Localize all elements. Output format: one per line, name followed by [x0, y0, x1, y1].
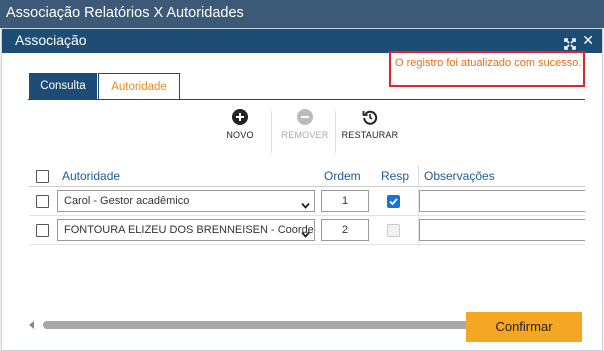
ordem-input[interactable]: 1 [321, 190, 369, 212]
novo-button[interactable]: NOVO [225, 109, 255, 140]
autoridade-value: FONTOURA ELIZEU DOS BRENNEISEN - Coorden… [64, 224, 315, 236]
expand-icon[interactable] [564, 34, 577, 50]
association-dialog: Associação ✕ O registro foi atualizado c… [1, 28, 603, 351]
tab-bar: Consulta Autoridade [29, 73, 180, 100]
confirm-button[interactable]: Confirmar [466, 312, 582, 342]
column-header-resp: Resp [381, 169, 410, 183]
ordem-input[interactable]: 2 [321, 219, 369, 241]
row-checkbox[interactable] [36, 224, 49, 237]
close-icon[interactable]: ✕ [582, 33, 594, 47]
chevron-down-icon [301, 226, 310, 238]
dialog-header-icons: ✕ [564, 33, 594, 50]
scrollbar-thumb[interactable] [43, 321, 486, 329]
grid-header: Autoridade Ordem Resp Observações [29, 165, 585, 187]
table-row: FONTOURA ELIZEU DOS BRENNEISEN - Coorden… [29, 216, 585, 245]
remover-label: REMOVER [281, 130, 329, 140]
autoridade-select[interactable]: FONTOURA ELIZEU DOS BRENNEISEN - Coorden… [57, 219, 315, 241]
check-icon [389, 198, 398, 206]
autoridade-value: Carol - Gestor acadêmico [64, 195, 190, 207]
restaurar-label: RESTAURAR [341, 130, 399, 140]
resp-checkbox-checked[interactable] [387, 195, 400, 208]
restaurar-button[interactable]: RESTAURAR [341, 109, 399, 140]
restore-icon [341, 109, 399, 127]
column-header-observacoes: Observações [424, 169, 495, 183]
minus-circle-icon [279, 109, 331, 127]
table-row: Carol - Gestor acadêmico 1 [29, 187, 585, 216]
plus-circle-icon [225, 109, 255, 127]
dialog-title: Associação [15, 32, 87, 48]
tab-divider [28, 99, 585, 100]
window-title: Associação Relatórios X Autoridades [0, 0, 604, 28]
success-notification: O registro foi atualizado com sucesso. [389, 51, 585, 87]
column-header-ordem: Ordem [324, 169, 361, 183]
tab-consulta[interactable]: Consulta [29, 73, 97, 100]
resp-checkbox-disabled[interactable] [387, 224, 400, 237]
toolbar: NOVO REMOVER RESTAURAR [2, 109, 602, 155]
observacoes-input[interactable] [419, 219, 585, 241]
toolbar-divider [335, 111, 336, 153]
remover-button[interactable]: REMOVER [279, 109, 331, 140]
column-header-autoridade: Autoridade [62, 169, 121, 183]
success-message: O registro foi atualizado com sucesso. [395, 57, 582, 69]
novo-label: NOVO [226, 130, 254, 140]
select-all-checkbox[interactable] [36, 170, 49, 183]
dialog-header: Associação ✕ [2, 29, 602, 53]
chevron-down-icon [301, 197, 310, 209]
tab-autoridade[interactable]: Autoridade [98, 73, 180, 100]
toolbar-divider [271, 111, 272, 153]
autoridades-grid: Autoridade Ordem Resp Observações Carol … [29, 165, 585, 275]
autoridade-select[interactable]: Carol - Gestor acadêmico [57, 190, 315, 212]
observacoes-input[interactable] [419, 190, 585, 212]
row-checkbox[interactable] [36, 195, 49, 208]
scroll-left-icon[interactable] [29, 321, 34, 329]
